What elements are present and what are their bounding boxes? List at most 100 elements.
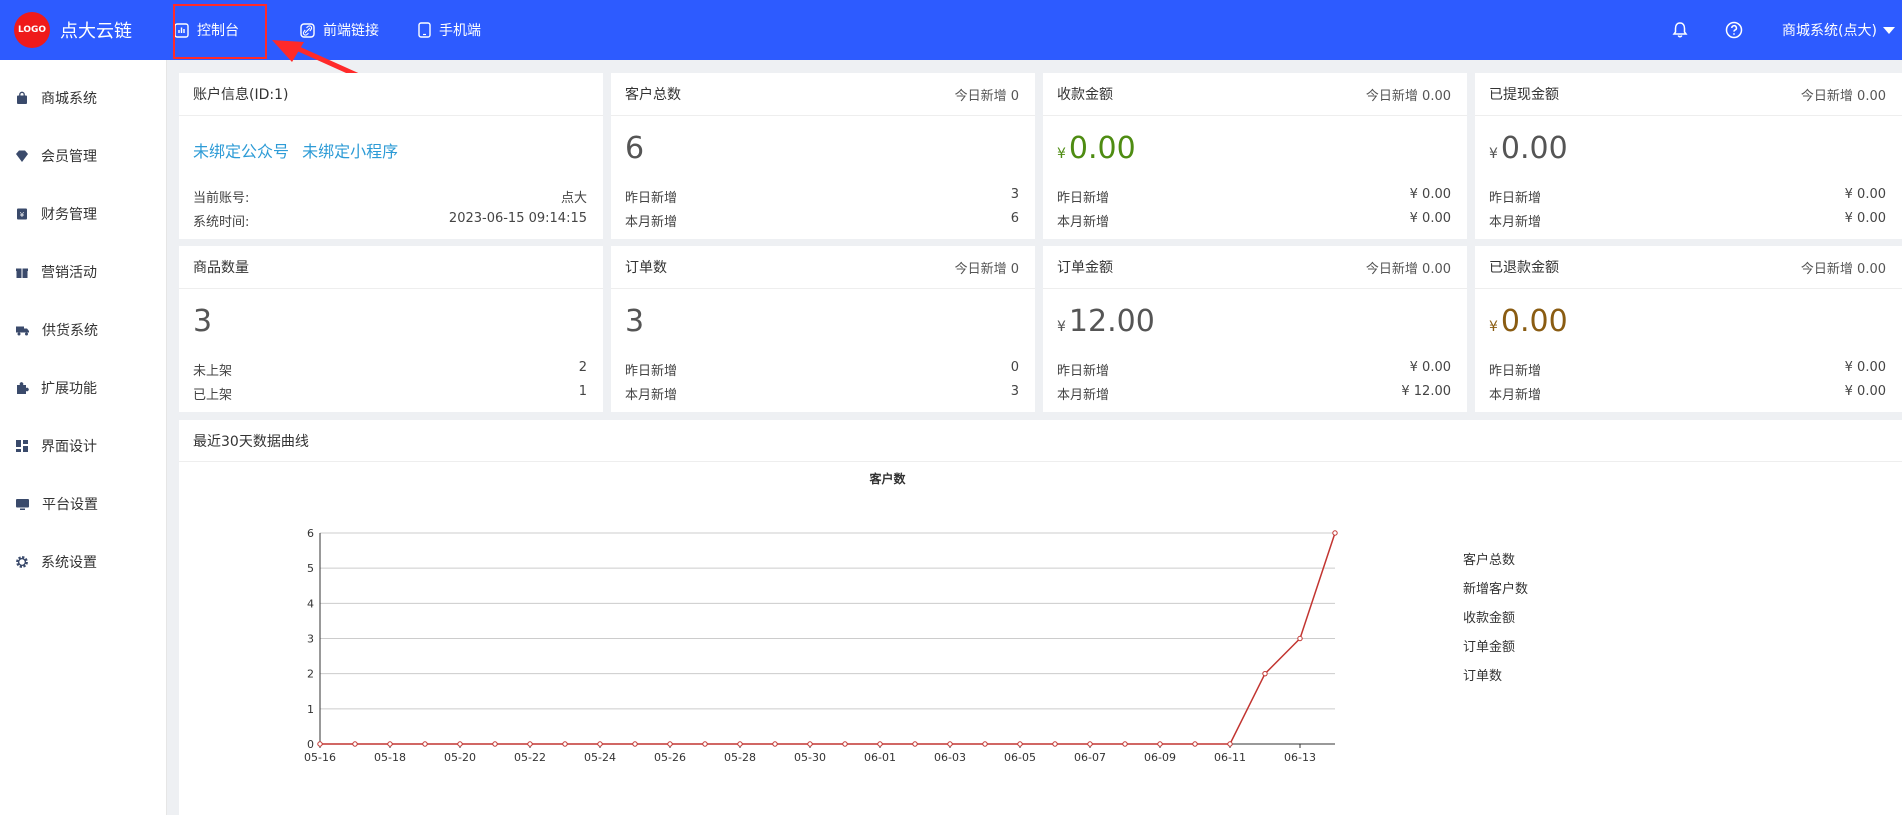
sidebar-item-extensions[interactable]: 扩展功能 [0, 368, 167, 408]
data-point [457, 741, 463, 747]
nav-mobile-label: 手机端 [439, 23, 481, 39]
brand-name: 点大云链 [60, 21, 132, 42]
row-value: ¥ 0.00 [1409, 187, 1451, 202]
card-title: 商品数量 [193, 260, 249, 276]
diamond-icon [16, 150, 28, 162]
row-value: 点大 [560, 191, 587, 206]
y-tick-label: 4 [307, 597, 314, 610]
logo: LOGO [14, 12, 50, 48]
stat-number: 6 [625, 131, 645, 166]
x-tick-label: 05-26 [654, 751, 686, 764]
yesterday-row: 昨日新增 ¥ 0.00 [1489, 187, 1886, 206]
data-point [562, 741, 568, 747]
data-point [912, 741, 918, 747]
row-value: ¥ 0.00 [1844, 384, 1886, 399]
row-value: ¥ 0.00 [1844, 187, 1886, 202]
data-point [387, 741, 393, 747]
data-point [702, 741, 708, 747]
sidebar-item-supply[interactable]: 供货系统 [0, 310, 167, 350]
stat-value: ¥0.00 [1057, 131, 1136, 166]
link-icon [300, 22, 315, 38]
customers-card: 客户总数 今日新增 0 6 昨日新增 3 本月新增 6 [611, 73, 1035, 239]
row-label: 本月新增 [1489, 388, 1542, 403]
data-point [1052, 741, 1058, 747]
stat-value: ¥0.00 [1489, 131, 1568, 166]
data-point [527, 741, 533, 747]
month-row: 本月新增 ¥ 0.00 [1057, 211, 1451, 230]
account-card: 账户信息(ID:1) 未绑定公众号 未绑定小程序 当前账号: 点大 系统时间: … [179, 73, 603, 239]
sidebar-item-label: 供货系统 [42, 323, 98, 339]
month-row: 本月新增 ¥ 0.00 [1489, 384, 1886, 403]
sidebar-item-platform[interactable]: 平台设置 [0, 484, 167, 524]
today-new: 今日新增 0 [954, 261, 1019, 277]
data-point [422, 741, 428, 747]
card-header: 收款金额 今日新增 0.00 [1043, 73, 1467, 116]
row-label: 昨日新增 [1057, 364, 1110, 379]
sidebar-item-members[interactable]: 会员管理 [0, 136, 167, 176]
sidebar-item-ui-design[interactable]: 界面设计 [0, 426, 167, 466]
x-tick-label: 05-24 [584, 751, 616, 764]
row-value: 6 [1010, 211, 1019, 226]
x-tick-label: 06-03 [934, 751, 966, 764]
sidebar-item-system[interactable]: 系统设置 [0, 542, 167, 582]
stat-number: 12.00 [1068, 304, 1155, 339]
month-row: 本月新增 3 [625, 384, 1019, 403]
bell-icon[interactable] [1670, 20, 1690, 40]
data-point [982, 741, 988, 747]
bind-official-account-link[interactable]: 未绑定公众号 [193, 142, 289, 161]
bind-mini-program-link[interactable]: 未绑定小程序 [302, 142, 398, 161]
chart-title: 客户数 [868, 471, 906, 486]
user-name: 商城系统(点大) [1782, 23, 1877, 39]
today-new: 今日新增 0.00 [1800, 88, 1886, 104]
stat-value: ¥0.00 [1489, 304, 1568, 339]
nav-frontend-label: 前端链接 [323, 23, 379, 39]
svg-text:¥: ¥ [20, 211, 25, 219]
data-point [667, 741, 673, 747]
x-tick-label: 06-09 [1144, 751, 1176, 764]
data-point [317, 741, 323, 747]
data-point [1122, 741, 1128, 747]
row-label: 本月新增 [1057, 388, 1110, 403]
card-header: 商品数量 [179, 246, 603, 289]
sidebar-item-finance[interactable]: ¥ 财务管理 [0, 194, 167, 234]
row-value: 2 [578, 360, 587, 375]
card-header: 订单金额 今日新增 0.00 [1043, 246, 1467, 289]
data-point [1192, 741, 1198, 747]
listed-row: 已上架 1 [193, 384, 587, 403]
card-title: 已退款金额 [1489, 260, 1559, 276]
card-header: 账户信息(ID:1) [179, 73, 603, 116]
shop-bag-icon [17, 91, 27, 104]
row-label: 昨日新增 [1057, 191, 1110, 206]
month-row: 本月新增 ¥ 0.00 [1489, 211, 1886, 230]
data-point [1227, 741, 1233, 747]
data-point [807, 741, 813, 747]
data-point [877, 741, 883, 747]
current-account-row: 当前账号: 点大 [193, 187, 587, 206]
phone-icon [418, 22, 431, 38]
withdrawn-card: 已提现金额 今日新增 0.00 ¥0.00 昨日新增 ¥ 0.00 本月新增 ¥… [1475, 73, 1902, 239]
user-menu[interactable]: 商城系统(点大) [1782, 0, 1895, 60]
sidebar-item-label: 营销活动 [41, 265, 97, 281]
help-icon[interactable] [1724, 20, 1744, 40]
x-tick-label: 06-07 [1074, 751, 1106, 764]
brand[interactable]: LOGO 点大云链 [14, 12, 132, 48]
row-label: 已上架 [193, 388, 233, 403]
sidebar-item-mall[interactable]: 商城系统 [0, 78, 167, 118]
row-value: 3 [1010, 187, 1019, 202]
row-value: ¥ 0.00 [1844, 211, 1886, 226]
row-value: ¥ 0.00 [1409, 211, 1451, 226]
truck-icon [16, 326, 29, 336]
data-point [772, 741, 778, 747]
row-label: 当前账号: [193, 191, 250, 206]
sidebar-item-label: 商城系统 [41, 91, 97, 107]
data-point [1017, 741, 1023, 747]
data-point [492, 741, 498, 747]
row-label: 本月新增 [1489, 215, 1542, 230]
chart-panel: 最近30天数据曲线 客户数 0 1 2 3 4 5 6 05-16 05-18 05-20 05-22… [179, 420, 1902, 815]
y-tick-label: 0 [307, 738, 314, 751]
data-point [352, 741, 358, 747]
x-tick-label: 06-01 [864, 751, 896, 764]
sidebar-item-marketing[interactable]: 营销活动 [0, 252, 167, 292]
order-amount-card: 订单金额 今日新增 0.00 ¥12.00 昨日新增 ¥ 0.00 本月新增 ¥… [1043, 246, 1467, 412]
row-label: 本月新增 [1057, 215, 1110, 230]
